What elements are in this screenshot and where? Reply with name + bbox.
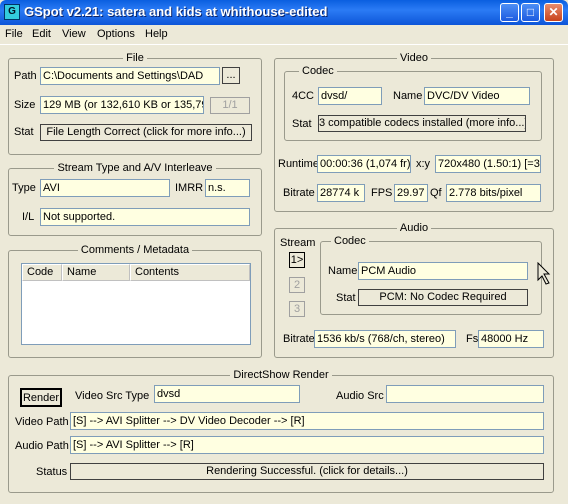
title-bar[interactable]: G GSpot v2.21: satera and kids at whitho…: [0, 0, 568, 25]
type-label: Type: [12, 182, 36, 194]
audio-src-label: Audio Src: [336, 390, 384, 402]
audio-stream-1-button[interactable]: 1>: [289, 252, 305, 268]
video-bitrate-label: Bitrate: [283, 187, 315, 199]
col-name[interactable]: Name: [62, 264, 130, 281]
il-label: I/L: [22, 211, 35, 223]
audio-group-title: Audio: [396, 222, 432, 234]
app-icon: G: [4, 4, 20, 20]
comments-list[interactable]: Code Name Contents: [21, 263, 251, 345]
audio-codec-button[interactable]: PCM: No Codec Required: [358, 289, 528, 306]
audio-stream-3-button[interactable]: 3: [289, 301, 305, 317]
fps-field[interactable]: 29.97: [394, 184, 428, 202]
menu-help[interactable]: Help: [145, 28, 168, 40]
audio-name-label: Name: [328, 265, 358, 277]
video-group-title: Video: [397, 52, 431, 64]
audio-stream-2-button[interactable]: 2: [289, 277, 305, 293]
path-label: Path: [14, 70, 37, 82]
col-code[interactable]: Code: [22, 264, 62, 281]
browse-button[interactable]: ...: [222, 67, 240, 84]
audio-name-field[interactable]: PCM Audio: [358, 262, 528, 280]
menu-edit[interactable]: Edit: [32, 28, 51, 40]
status-label: Status: [36, 466, 68, 478]
menu-file[interactable]: File: [5, 28, 23, 40]
audio-stat-label: Stat: [336, 292, 356, 304]
menu-options[interactable]: Options: [97, 28, 135, 40]
fs-field[interactable]: 48000 Hz: [478, 330, 544, 348]
path-field[interactable]: C:\Documents and Settings\DAD: [40, 67, 220, 85]
comments-group-title: Comments / Metadata: [77, 244, 193, 256]
qf-label: Qf: [430, 187, 442, 199]
window-title: GSpot v2.21: satera and kids at whithous…: [24, 4, 328, 19]
video-name-label: Name: [393, 90, 423, 102]
file-length-button[interactable]: File Length Correct (click for more info…: [40, 124, 252, 141]
video-stat-label: Stat: [292, 118, 312, 130]
render-button[interactable]: Render: [20, 388, 62, 407]
mouse-cursor-icon: [537, 262, 551, 285]
file-stat-label: Stat: [14, 126, 34, 138]
xy-field[interactable]: 720x480 (1.50:1) [=3:: [435, 155, 541, 173]
render-status-button[interactable]: Rendering Successful. (click for details…: [70, 463, 544, 480]
video-codec-title: Codec: [299, 65, 337, 77]
video-src-type-field[interactable]: dvsd: [154, 385, 300, 403]
maximize-button[interactable]: □: [521, 3, 540, 22]
imrr-label: IMRR: [175, 182, 204, 194]
video-codecs-button[interactable]: 3 compatible codecs installed (more info…: [318, 115, 526, 132]
menu-view[interactable]: View: [62, 28, 86, 40]
close-button[interactable]: ✕: [544, 3, 563, 22]
imrr-field[interactable]: n.s.: [205, 179, 250, 197]
fourcc-field[interactable]: dvsd/: [318, 87, 382, 105]
audio-path-field[interactable]: [S] --> AVI Splitter --> [R]: [70, 436, 544, 454]
fs-label: Fs: [466, 333, 479, 345]
video-path-label: Video Path: [15, 416, 69, 428]
size-label: Size: [14, 99, 36, 111]
runtime-label: Runtime: [278, 158, 319, 170]
fourcc-label: 4CC: [292, 90, 315, 102]
video-bitrate-field[interactable]: 28774 k: [317, 184, 365, 202]
audio-src-field[interactable]: [386, 385, 544, 403]
video-src-type-label: Video Src Type: [75, 390, 150, 402]
qf-field[interactable]: 2.778 bits/pixel: [446, 184, 541, 202]
audio-bitrate-label: Bitrate: [283, 333, 315, 345]
video-name-field[interactable]: DVC/DV Video: [424, 87, 530, 105]
fps-label: FPS: [371, 187, 393, 199]
directshow-group-title: DirectShow Render: [230, 369, 332, 381]
col-contents[interactable]: Contents: [130, 264, 250, 281]
xy-label: x:y: [416, 158, 431, 170]
type-field[interactable]: AVI: [40, 179, 170, 197]
size-field[interactable]: 129 MB (or 132,610 KB or 135,79: [40, 96, 204, 114]
audio-bitrate-field[interactable]: 1536 kb/s (768/ch, stereo): [314, 330, 456, 348]
il-field[interactable]: Not supported.: [40, 208, 250, 226]
menu-bar: File Edit View Options Help: [0, 25, 568, 45]
minimize-button[interactable]: _: [500, 3, 519, 22]
file-group-title: File: [123, 52, 147, 64]
runtime-field[interactable]: 00:00:36 (1,074 fr): [317, 155, 411, 173]
stream-type-group-title: Stream Type and A/V Interleave: [54, 162, 216, 174]
audio-codec-title: Codec: [331, 235, 369, 247]
audio-path-label: Audio Path: [15, 440, 69, 452]
audio-stream-label: Stream: [280, 237, 316, 249]
video-path-field[interactable]: [S] --> AVI Splitter --> DV Video Decode…: [70, 412, 544, 430]
part-button[interactable]: 1/1: [210, 97, 250, 114]
